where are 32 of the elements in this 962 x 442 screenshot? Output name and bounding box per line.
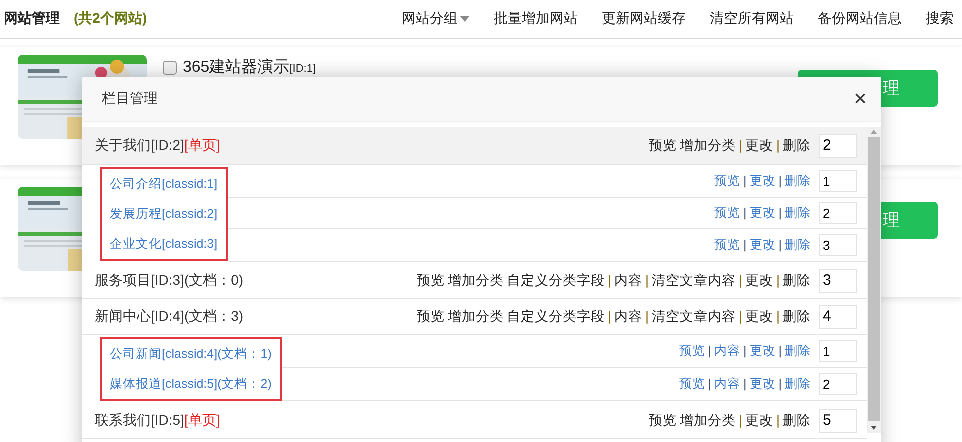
- category-name: 新闻中心[ID:4](文档：3): [95, 308, 244, 326]
- separator: |: [778, 238, 782, 252]
- separator: |: [708, 344, 712, 358]
- separator: |: [778, 206, 782, 220]
- separator: |: [744, 174, 747, 188]
- category-name: 关于我们[ID:2][单页]: [95, 136, 220, 154]
- separator: |: [778, 174, 782, 188]
- separator: |: [776, 309, 780, 324]
- separator: |: [608, 309, 612, 324]
- site-count: (共2个网站): [74, 10, 148, 28]
- separator: |: [645, 309, 649, 324]
- separator: |: [744, 238, 747, 252]
- separator: |: [744, 206, 747, 220]
- separator: |: [645, 273, 649, 288]
- separator: |: [744, 377, 747, 391]
- separator: |: [776, 273, 780, 288]
- page-title: 网站管理: [4, 10, 60, 28]
- separator: |: [778, 377, 782, 391]
- separator: |: [738, 413, 742, 428]
- separator: |: [738, 138, 742, 153]
- site-title: 365建站器演示[ID:1]: [183, 58, 316, 78]
- separator: |: [708, 377, 712, 391]
- separator: |: [738, 273, 742, 288]
- separator: |: [608, 273, 612, 288]
- separator: |: [776, 413, 780, 428]
- separator: |: [738, 309, 742, 324]
- separator: |: [744, 344, 747, 358]
- separator: |: [776, 138, 780, 153]
- dialog-title: 栏目管理: [102, 90, 158, 108]
- category-name: 服务项目[ID:3](文档：0): [95, 272, 244, 290]
- separator: |: [778, 344, 782, 358]
- category-name: 联系我们[ID:5][单页]: [95, 412, 220, 430]
